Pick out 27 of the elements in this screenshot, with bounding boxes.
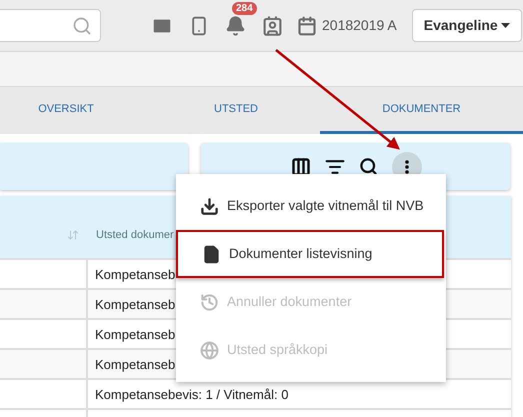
tab[interactable]: UTSTED xyxy=(152,87,320,134)
columns-icon[interactable] xyxy=(291,156,311,176)
calendar-icon xyxy=(297,14,317,36)
table-cell-text: Kompetanseb xyxy=(94,326,176,344)
history-icon xyxy=(200,292,219,312)
search-icon[interactable] xyxy=(359,157,378,176)
kebab-icon xyxy=(405,160,409,174)
column-header[interactable]: Utsted dokumer xyxy=(88,210,174,244)
table-cell-text: Kompetanseb xyxy=(94,266,176,284)
contact-book-icon[interactable] xyxy=(262,14,283,36)
table-cell-text: Kompetanseb xyxy=(94,356,176,374)
caret-icon xyxy=(500,23,510,28)
menu-item[interactable]: Dokumenter listevisning xyxy=(176,230,444,278)
notification-badge: 284 xyxy=(232,2,257,14)
search-icon xyxy=(72,16,92,36)
table-cell-text: Kompetanseb xyxy=(94,296,176,314)
tab[interactable]: DOKUMENTER xyxy=(320,87,523,134)
school-year-label: 20182019 A xyxy=(322,16,397,35)
tab[interactable]: OVERSIKT xyxy=(0,87,152,134)
globe-icon xyxy=(200,340,219,360)
table-cell-text: Kompetansebevis: 1 / Vitnemål: 0 xyxy=(94,386,288,404)
bell-icon[interactable] xyxy=(225,14,246,36)
user-menu-button[interactable]: Evangeline xyxy=(412,9,522,42)
menu-item[interactable]: Eksporter valgte vitnemål til NVB xyxy=(176,182,446,230)
search-field[interactable] xyxy=(0,9,101,42)
download-icon xyxy=(200,196,219,216)
file-icon xyxy=(202,244,221,264)
